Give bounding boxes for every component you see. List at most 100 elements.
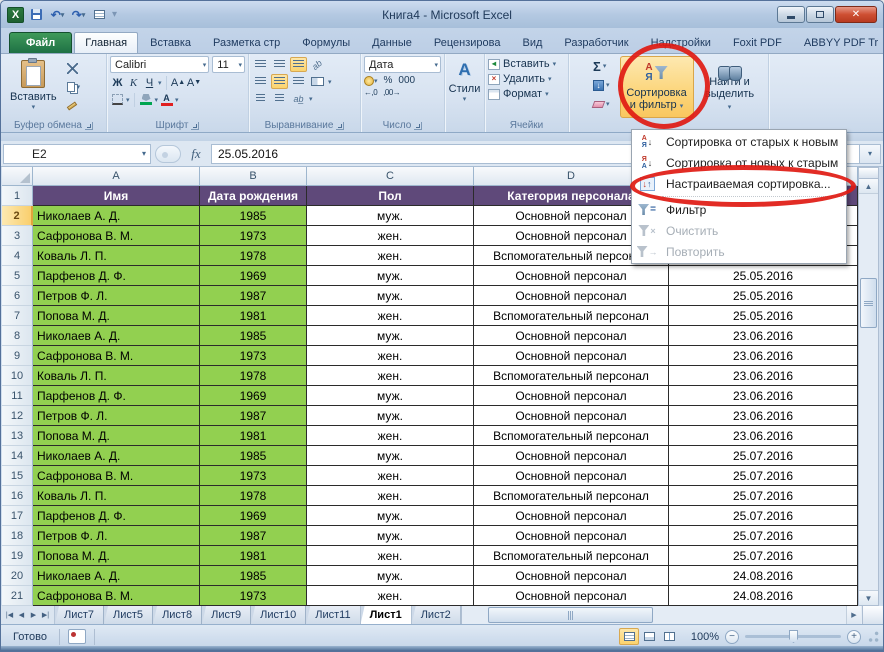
cell-date[interactable]: 23.06.2016 [669, 366, 858, 386]
cell-gender[interactable]: жен. [307, 246, 474, 266]
accounting-format-button[interactable]: ▾ [364, 76, 378, 86]
cell-gender[interactable]: муж. [307, 566, 474, 586]
cell-birth-year[interactable]: 1987 [200, 406, 307, 426]
column-header-b[interactable]: B [200, 167, 307, 186]
menu-item-filter[interactable]: =Фильтр [632, 199, 846, 220]
cell-gender[interactable]: муж. [307, 326, 474, 346]
row-number[interactable]: 18 [2, 526, 33, 546]
align-middle-button[interactable] [271, 57, 288, 72]
tab-foxit[interactable]: Foxit PDF [723, 33, 792, 53]
row-number[interactable]: 15 [2, 466, 33, 486]
row-number[interactable]: 14 [2, 446, 33, 466]
find-select-button[interactable]: Найти ивыделить ▾ [698, 56, 762, 118]
sheet-tab-лист5[interactable]: Лист5 [104, 606, 153, 624]
row-number[interactable]: 3 [2, 226, 33, 246]
row-number[interactable]: 1 [2, 186, 33, 206]
alignment-dialog-launcher[interactable] [336, 122, 344, 130]
menu-item-sort-new-old[interactable]: ЯА↓Сортировка от новых к старым [632, 152, 846, 173]
sheet-tab-лист1[interactable]: Лист1 [361, 606, 412, 624]
sheet-tab-лист7[interactable]: Лист7 [55, 606, 104, 624]
cell-birth-year[interactable]: 1978 [200, 246, 307, 266]
row-number[interactable]: 10 [2, 366, 33, 386]
cell-name[interactable]: Сафронова В. М. [33, 346, 200, 366]
cell-birth-year[interactable]: 1969 [200, 506, 307, 526]
tab-file[interactable]: Файл [9, 32, 72, 53]
zoom-level[interactable]: 100% [685, 631, 719, 643]
increase-decimal-button[interactable]: ←,0 [364, 88, 377, 97]
cell-name[interactable]: Николаев А. Д. [33, 446, 200, 466]
underline-button[interactable]: Ч [142, 75, 157, 90]
cell-category[interactable]: Вспомогательный персонал [474, 486, 669, 506]
sheet-tab-лист8[interactable]: Лист8 [153, 606, 202, 624]
cut-button[interactable] [65, 60, 83, 76]
page-break-view-button[interactable] [659, 628, 679, 645]
cell-name[interactable]: Петров Ф. Л. [33, 406, 200, 426]
cell-name[interactable]: Парфенов Д. Ф. [33, 386, 200, 406]
first-sheet-icon[interactable]: |◀ [4, 611, 15, 619]
cell-category[interactable]: Основной персонал [474, 286, 669, 306]
cell-birth-year[interactable]: 1981 [200, 426, 307, 446]
insert-function-button[interactable]: fx [181, 146, 211, 162]
cell-name[interactable]: Николаев А. Д. [33, 206, 200, 226]
cell-gender[interactable]: муж. [307, 526, 474, 546]
sheet-tab-лист9[interactable]: Лист9 [202, 606, 251, 624]
cell-date[interactable]: 25.07.2016 [669, 506, 858, 526]
cell-gender[interactable]: жен. [307, 466, 474, 486]
number-dialog-launcher[interactable] [414, 122, 422, 130]
cell-name[interactable]: Петров Ф. Л. [33, 286, 200, 306]
cell-name[interactable]: Парфенов Д. Ф. [33, 266, 200, 286]
insert-cells-button[interactable]: ◂Вставить▾ [488, 58, 565, 70]
row-number[interactable]: 19 [2, 546, 33, 566]
cell-birth-year[interactable]: 1978 [200, 366, 307, 386]
row-number[interactable]: 5 [2, 266, 33, 286]
restore-button[interactable] [806, 6, 834, 23]
cell-category[interactable]: Основной персонал [474, 326, 669, 346]
cell-date[interactable]: 25.05.2016 [669, 306, 858, 326]
cell-gender[interactable]: жен. [307, 366, 474, 386]
cell-gender[interactable]: муж. [307, 386, 474, 406]
cell-gender[interactable]: муж. [307, 506, 474, 526]
cell-name[interactable]: Петров Ф. Л. [33, 526, 200, 546]
clipboard-dialog-launcher[interactable] [85, 122, 93, 130]
paste-button[interactable]: Вставить ▾ [4, 56, 63, 118]
vertical-scroll-track[interactable] [859, 194, 878, 590]
cell-name[interactable]: Попова М. Д. [33, 426, 200, 446]
cell-category[interactable]: Основной персонал [474, 386, 669, 406]
cell-category[interactable]: Основной персонал [474, 406, 669, 426]
cell-gender[interactable]: жен. [307, 306, 474, 326]
number-format-combo[interactable]: Дата▾ [364, 56, 441, 73]
tab-formulas[interactable]: Формулы [292, 33, 360, 53]
cell-birth-year[interactable]: 1973 [200, 586, 307, 606]
cell-birth-year[interactable]: 1985 [200, 206, 307, 226]
row-number[interactable]: 2 [2, 206, 33, 226]
redo-button[interactable]: ↷▾ [70, 7, 87, 23]
normal-view-button[interactable] [619, 628, 639, 645]
cell-date[interactable]: 24.08.2016 [669, 566, 858, 586]
cell-date[interactable]: 23.06.2016 [669, 326, 858, 346]
cell-name[interactable]: Сафронова В. М. [33, 226, 200, 246]
zoom-slider[interactable] [745, 635, 841, 638]
tab-abbyy[interactable]: ABBYY PDF Tr [794, 33, 884, 53]
cell-name[interactable]: Сафронова В. М. [33, 466, 200, 486]
cell-date[interactable]: 25.05.2016 [669, 286, 858, 306]
row-number[interactable]: 16 [2, 486, 33, 506]
cell-category[interactable]: Основной персонал [474, 346, 669, 366]
zoom-out-button[interactable]: − [725, 630, 739, 644]
thousands-button[interactable]: 000 [398, 75, 415, 86]
split-handle[interactable] [859, 168, 878, 179]
format-cells-button[interactable]: Формат▾ [488, 88, 565, 100]
decrease-decimal-button[interactable]: ,00→ [383, 88, 400, 97]
font-size-combo[interactable]: 11▾ [212, 56, 245, 73]
tab-page-layout[interactable]: Разметка стр [203, 33, 290, 53]
font-name-combo[interactable]: Calibri▾ [110, 56, 209, 73]
table-header-cell[interactable]: Имя [33, 186, 200, 206]
name-box[interactable]: E2▾ [3, 144, 151, 164]
cell-birth-year[interactable]: 1978 [200, 486, 307, 506]
scroll-up-icon[interactable]: ▲ [859, 179, 878, 194]
cell-category[interactable]: Вспомогательный персонал [474, 366, 669, 386]
table-tool-button[interactable] [91, 7, 108, 23]
delete-cells-button[interactable]: ×Удалить▾ [488, 73, 565, 85]
row-number[interactable]: 21 [2, 586, 33, 606]
fill-button[interactable]: ↓▾ [591, 77, 612, 93]
cell-date[interactable]: 25.07.2016 [669, 546, 858, 566]
